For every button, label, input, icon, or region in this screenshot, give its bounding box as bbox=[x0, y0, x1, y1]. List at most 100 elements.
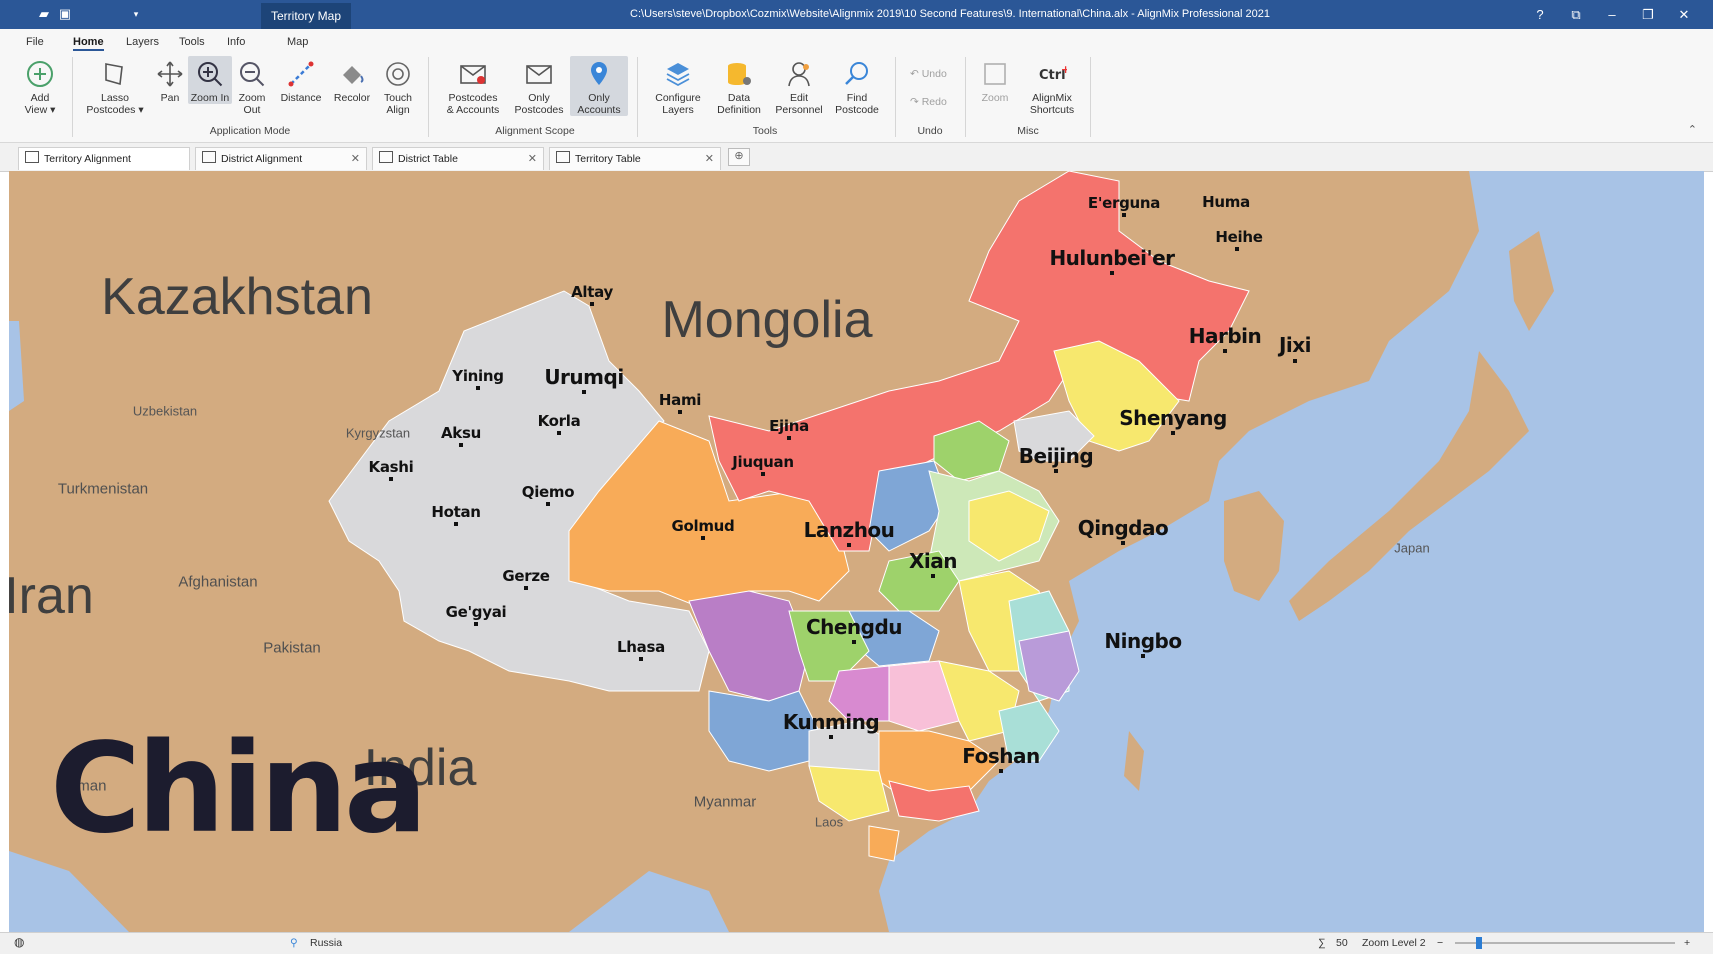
recolor-button[interactable]: Recolor bbox=[330, 56, 374, 104]
country-label-japan: Japan bbox=[1394, 540, 1430, 556]
city-marker[interactable] bbox=[590, 302, 594, 306]
undo-button[interactable]: ↶ Undo bbox=[910, 68, 947, 80]
city-marker[interactable] bbox=[557, 431, 561, 435]
tab-home[interactable]: Home bbox=[73, 36, 104, 51]
close-tab-icon[interactable]: ✕ bbox=[351, 148, 360, 171]
city-marker[interactable] bbox=[1171, 431, 1175, 435]
close-tab-icon[interactable]: ✕ bbox=[528, 148, 537, 171]
city-marker[interactable] bbox=[1293, 359, 1297, 363]
doc-tab-district-alignment[interactable]: District Alignment ✕ bbox=[195, 147, 367, 170]
zoom-in-button[interactable]: Zoom In bbox=[188, 56, 232, 104]
configure-layers-button[interactable]: Configure Layers bbox=[651, 56, 705, 116]
alignmix-shortcuts-button[interactable]: Ctrl + AlignMix Shortcuts bbox=[1026, 56, 1078, 116]
city-label-urumqi: Urumqi bbox=[544, 365, 624, 389]
search-icon bbox=[842, 59, 872, 89]
city-marker[interactable] bbox=[999, 769, 1003, 773]
zoom-out-step-button[interactable]: − bbox=[1437, 937, 1443, 949]
city-marker[interactable] bbox=[1141, 654, 1145, 658]
close-tab-icon[interactable]: ✕ bbox=[705, 148, 714, 171]
city-marker[interactable] bbox=[582, 390, 586, 394]
zoom-slider-thumb[interactable] bbox=[1476, 937, 1483, 949]
city-marker[interactable] bbox=[474, 622, 478, 626]
city-marker[interactable] bbox=[761, 472, 765, 476]
tab-tools[interactable]: Tools bbox=[179, 36, 205, 48]
lasso-icon bbox=[100, 59, 130, 89]
tab-map[interactable]: Map bbox=[287, 36, 308, 48]
separator bbox=[428, 57, 429, 137]
zoom-extent-button[interactable]: Zoom bbox=[974, 56, 1016, 104]
city-marker[interactable] bbox=[389, 477, 393, 481]
city-marker[interactable] bbox=[1054, 469, 1058, 473]
city-marker[interactable] bbox=[1121, 541, 1125, 545]
find-postcode-button[interactable]: Find Postcode bbox=[831, 56, 883, 116]
postcodes-accounts-button[interactable]: Postcodes & Accounts bbox=[444, 56, 502, 116]
touch-align-button[interactable]: Touch Align bbox=[376, 56, 420, 116]
land-mass-sakhalin bbox=[1509, 231, 1554, 331]
zoom-in-step-button[interactable]: + bbox=[1684, 937, 1690, 949]
city-marker[interactable] bbox=[787, 436, 791, 440]
tab-layers[interactable]: Layers bbox=[126, 36, 159, 48]
distance-button[interactable]: Distance bbox=[276, 56, 326, 104]
quick-access-dropdown-icon[interactable]: ▾ bbox=[128, 6, 144, 22]
save-icon[interactable]: ▣ bbox=[57, 6, 73, 22]
zoom-slider[interactable] bbox=[1455, 937, 1675, 949]
separator bbox=[895, 57, 896, 137]
city-marker[interactable] bbox=[701, 536, 705, 540]
status-bar: ◍ ⚲ Russia ∑ 50 Zoom Level 2 − + bbox=[0, 932, 1713, 954]
group-label-misc: Misc bbox=[1017, 125, 1039, 137]
city-marker[interactable] bbox=[459, 443, 463, 447]
lasso-postcodes-button[interactable]: Lasso Postcodes ▾ bbox=[84, 56, 146, 116]
city-marker[interactable] bbox=[829, 735, 833, 739]
city-marker[interactable] bbox=[546, 502, 550, 506]
restore-icon[interactable]: ❐ bbox=[1630, 0, 1666, 29]
city-marker[interactable] bbox=[678, 410, 682, 414]
zoom-level-label: Zoom Level 2 bbox=[1362, 937, 1426, 949]
city-marker[interactable] bbox=[476, 386, 480, 390]
city-label-golmud: Golmud bbox=[671, 517, 735, 535]
pan-button[interactable]: Pan bbox=[148, 56, 192, 104]
city-marker[interactable] bbox=[639, 657, 643, 661]
redo-button[interactable]: ↷ Redo bbox=[910, 96, 947, 108]
map-canvas[interactable]: Kazakhstan Mongolia Iran India Uzbekista… bbox=[9, 171, 1704, 932]
minimize-button[interactable]: – bbox=[1594, 0, 1630, 29]
zoom-out-icon bbox=[237, 59, 267, 89]
add-circle-icon bbox=[25, 59, 55, 89]
city-marker[interactable] bbox=[852, 640, 856, 644]
edit-personnel-button[interactable]: Edit Personnel bbox=[773, 56, 825, 116]
tab-info[interactable]: Info bbox=[227, 36, 245, 48]
city-marker[interactable] bbox=[847, 543, 851, 547]
city-marker[interactable] bbox=[1223, 349, 1227, 353]
help-button[interactable]: ? bbox=[1522, 0, 1558, 29]
city-label-chengdu: Chengdu bbox=[805, 615, 903, 639]
doc-tab-district-table[interactable]: District Table ✕ bbox=[372, 147, 544, 170]
city-marker[interactable] bbox=[1122, 213, 1126, 217]
city-label-lanzhou: Lanzhou bbox=[803, 518, 895, 542]
close-button[interactable]: ✕ bbox=[1666, 0, 1702, 29]
add-tab-icon[interactable]: ⊕ bbox=[728, 148, 750, 166]
country-label-kyrgyzstan: Kyrgyzstan bbox=[345, 425, 411, 441]
city-marker[interactable] bbox=[454, 522, 458, 526]
city-label-harbin: Harbin bbox=[1188, 324, 1262, 348]
city-label-gerze: Gerze bbox=[502, 567, 550, 585]
ribbon-display-options-icon[interactable]: ⧉ bbox=[1558, 0, 1594, 29]
sum-icon: ∑ bbox=[1318, 937, 1326, 949]
city-marker[interactable] bbox=[524, 586, 528, 590]
tab-file[interactable]: File bbox=[26, 36, 44, 48]
only-accounts-button[interactable]: Only Accounts bbox=[570, 56, 628, 116]
add-view-button[interactable]: Add View ▾ bbox=[18, 56, 62, 116]
collapse-ribbon-icon[interactable]: ⌃ bbox=[1688, 123, 1697, 136]
status-location: Russia bbox=[310, 937, 343, 949]
city-marker[interactable] bbox=[931, 574, 935, 578]
city-label-gegyai: Ge'gyai bbox=[445, 603, 507, 621]
zoom-out-button[interactable]: Zoom Out bbox=[230, 56, 274, 116]
doc-tab-territory-alignment[interactable]: Territory Alignment bbox=[18, 147, 190, 170]
data-definition-button[interactable]: Data Definition bbox=[713, 56, 765, 116]
only-postcodes-button[interactable]: Only Postcodes bbox=[510, 56, 568, 116]
doc-tab-territory-table[interactable]: Territory Table ✕ bbox=[549, 147, 721, 170]
city-marker[interactable] bbox=[1110, 271, 1114, 275]
globe-icon[interactable]: ◍ bbox=[14, 935, 24, 949]
map-overlay-title: China bbox=[50, 717, 428, 861]
context-tab-territory-map[interactable]: Territory Map bbox=[261, 3, 352, 29]
city-marker[interactable] bbox=[1235, 247, 1239, 251]
open-folder-icon[interactable]: ▰ bbox=[36, 6, 52, 22]
